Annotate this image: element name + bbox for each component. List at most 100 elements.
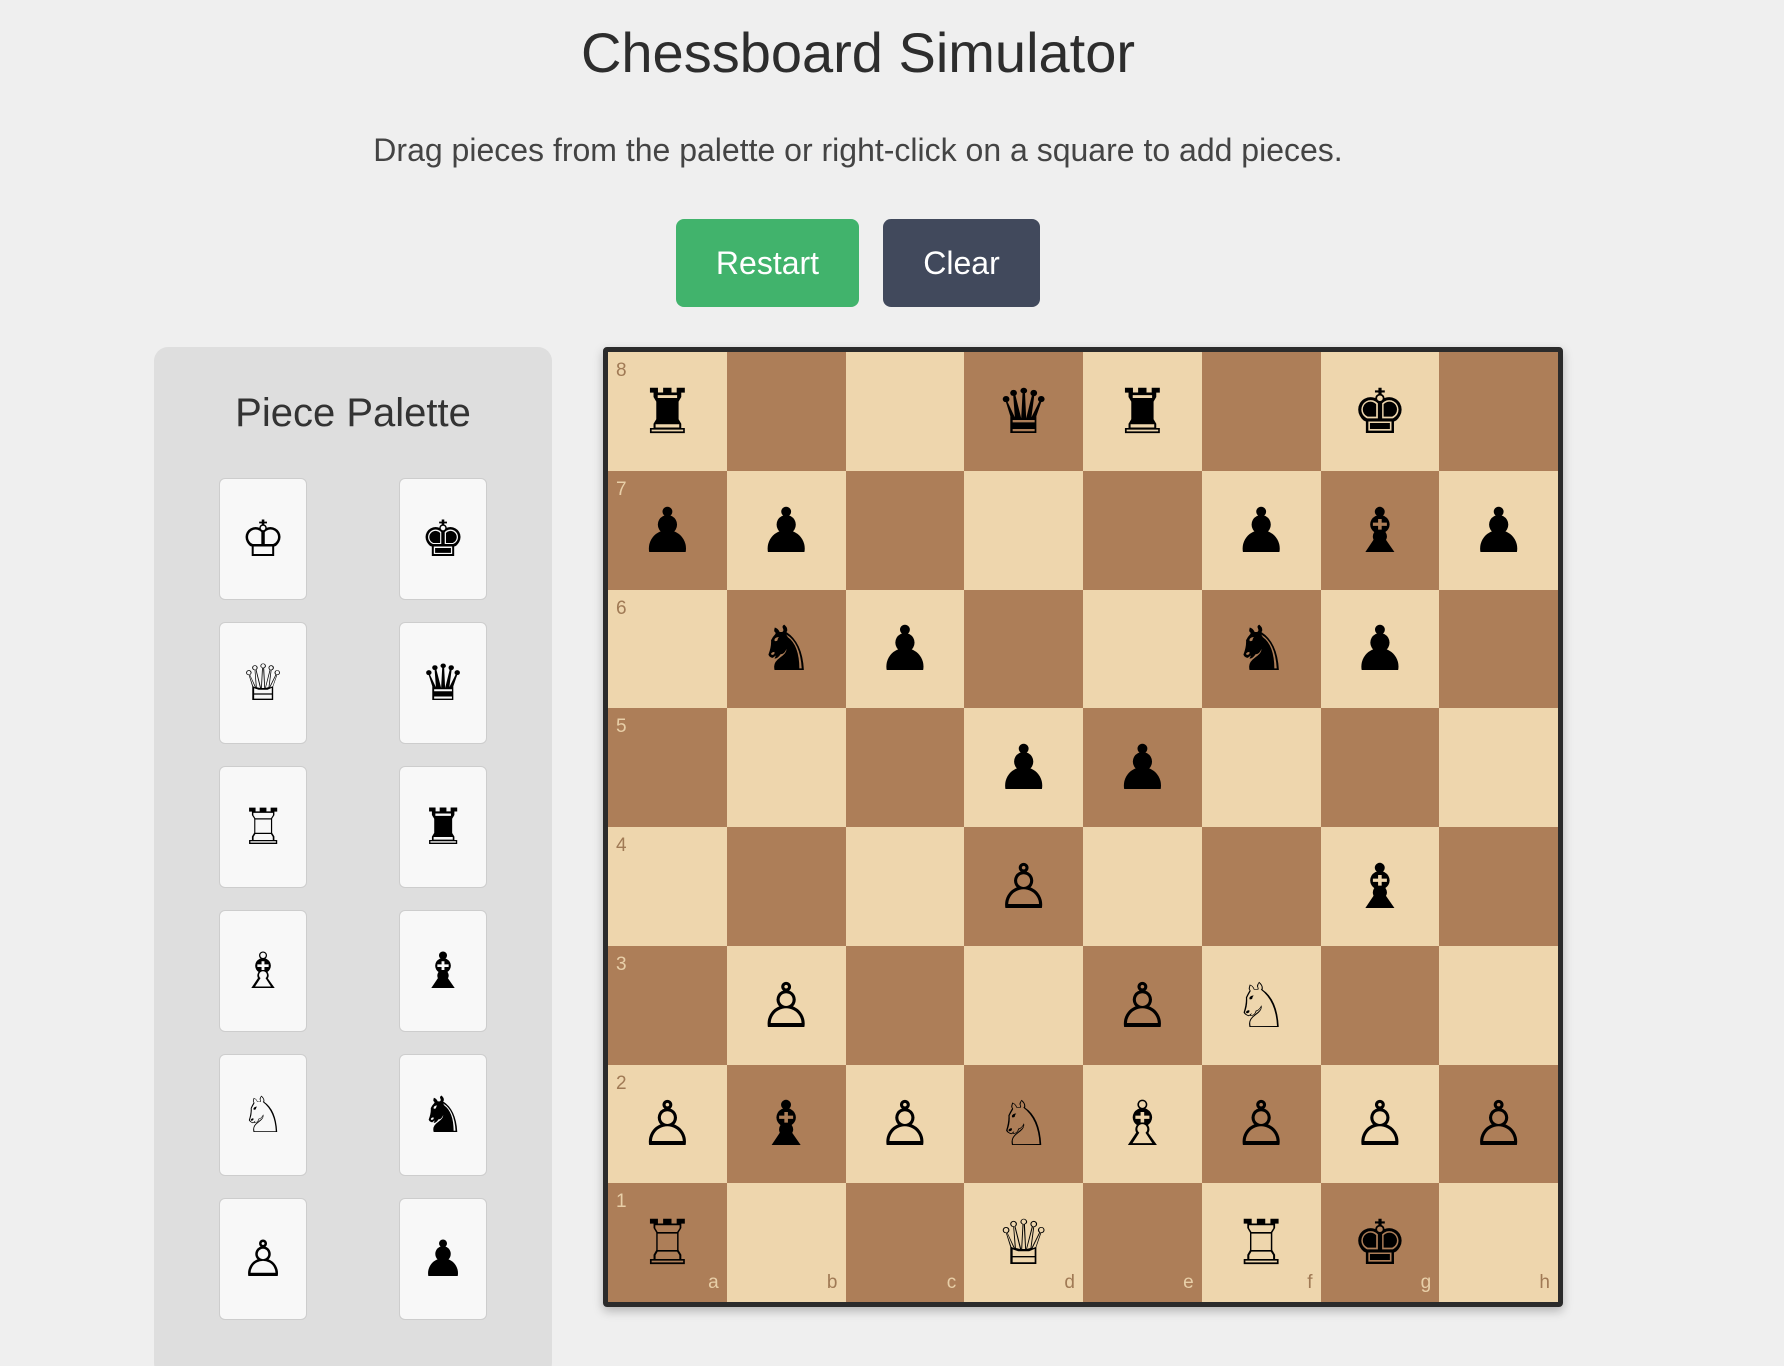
square-h7[interactable]: ♟ (1439, 470, 1558, 590)
square-g3[interactable] (1320, 945, 1440, 1065)
square-b1[interactable]: b (726, 1183, 846, 1302)
chess-piece-icon[interactable]: ♜ (1115, 375, 1171, 448)
chess-piece-icon[interactable]: ♟ (1233, 494, 1289, 567)
chess-piece-icon[interactable]: ♞ (1233, 612, 1289, 685)
square-d7[interactable] (964, 470, 1083, 590)
chess-piece-icon[interactable]: ♙ (996, 850, 1052, 923)
square-f2[interactable]: ♙ (1201, 1064, 1321, 1184)
chess-piece-icon[interactable]: ♙ (1471, 1087, 1527, 1160)
chess-piece-icon[interactable]: ♟ (1115, 731, 1171, 804)
square-e1[interactable]: e (1083, 1183, 1202, 1302)
chess-piece-icon[interactable]: ♞ (758, 612, 814, 685)
square-a1[interactable]: ♖ 1 a (608, 1183, 727, 1302)
chess-piece-icon[interactable]: ♟ (1471, 494, 1527, 567)
square-h1[interactable]: h (1439, 1183, 1558, 1302)
square-d5[interactable]: ♟ (964, 708, 1083, 827)
square-d3[interactable] (964, 945, 1083, 1065)
square-a3[interactable]: 3 (608, 945, 727, 1065)
square-e6[interactable] (1083, 589, 1202, 709)
square-c6[interactable]: ♟ (845, 589, 965, 709)
chess-piece-icon[interactable]: ♟ (877, 612, 933, 685)
square-c2[interactable]: ♙ (845, 1064, 965, 1184)
palette-white-pawn-icon[interactable]: ♙ (219, 1198, 307, 1320)
square-d1[interactable]: ♕ d (964, 1183, 1083, 1302)
square-f4[interactable] (1201, 827, 1321, 946)
square-b7[interactable]: ♟ (726, 470, 846, 590)
square-b8[interactable] (726, 352, 846, 471)
palette-black-king-icon[interactable]: ♚ (399, 478, 487, 600)
square-g4[interactable]: ♝ (1320, 827, 1440, 946)
square-g5[interactable] (1320, 708, 1440, 827)
square-h5[interactable] (1439, 708, 1558, 827)
square-h3[interactable] (1439, 945, 1558, 1065)
palette-white-rook-icon[interactable]: ♖ (219, 766, 307, 888)
chess-piece-icon[interactable]: ♗ (1115, 1087, 1171, 1160)
square-f8[interactable] (1201, 352, 1321, 471)
chess-piece-icon[interactable]: ♟ (758, 494, 814, 567)
palette-black-pawn-icon[interactable]: ♟ (399, 1198, 487, 1320)
palette-white-king-icon[interactable]: ♔ (219, 478, 307, 600)
chess-piece-icon[interactable]: ♟ (996, 731, 1052, 804)
square-h6[interactable] (1439, 589, 1558, 709)
square-d4[interactable]: ♙ (964, 827, 1083, 946)
square-c3[interactable] (845, 945, 965, 1065)
square-h8[interactable] (1439, 352, 1558, 471)
square-f1[interactable]: ♖ f (1201, 1183, 1321, 1302)
square-f6[interactable]: ♞ (1201, 589, 1321, 709)
square-e3[interactable]: ♙ (1083, 945, 1202, 1065)
restart-button[interactable]: Restart (676, 219, 859, 307)
square-g2[interactable]: ♙ (1320, 1064, 1440, 1184)
clear-button[interactable]: Clear (883, 219, 1040, 307)
square-a8[interactable]: ♜ 8 (608, 352, 727, 471)
square-b4[interactable] (726, 827, 846, 946)
chessboard[interactable]: ♜ 8 ♛ ♜ ♚ ♟ 7 ♟ ♟ ♝ ♟ 6 ♞ ♟ ♞ ♟ 5 ♟ ♟ 4 ♙ ♝ 3 ♙ ♙ ♘ ♙ 2 ♝ ♙ ♘ ♗ ♙ ♙ ♙ ♖ 1 a b c… (603, 347, 1563, 1307)
square-d6[interactable] (964, 589, 1083, 709)
chess-piece-icon[interactable]: ♙ (877, 1087, 933, 1160)
palette-black-knight-icon[interactable]: ♞ (399, 1054, 487, 1176)
square-c7[interactable] (845, 470, 965, 590)
square-b5[interactable] (726, 708, 846, 827)
square-a5[interactable]: 5 (608, 708, 727, 827)
square-g7[interactable]: ♝ (1320, 470, 1440, 590)
chess-piece-icon[interactable]: ♟ (640, 494, 696, 567)
chess-piece-icon[interactable]: ♖ (1233, 1206, 1289, 1279)
chess-piece-icon[interactable]: ♙ (1352, 1087, 1408, 1160)
chess-piece-icon[interactable]: ♜ (640, 375, 696, 448)
square-e2[interactable]: ♗ (1083, 1064, 1202, 1184)
palette-white-knight-icon[interactable]: ♘ (219, 1054, 307, 1176)
square-b2[interactable]: ♝ (726, 1064, 846, 1184)
square-f3[interactable]: ♘ (1201, 945, 1321, 1065)
square-h2[interactable]: ♙ (1439, 1064, 1558, 1184)
palette-black-queen-icon[interactable]: ♛ (399, 622, 487, 744)
square-c4[interactable] (845, 827, 965, 946)
square-b3[interactable]: ♙ (726, 945, 846, 1065)
square-b6[interactable]: ♞ (726, 589, 846, 709)
chess-piece-icon[interactable]: ♖ (640, 1206, 696, 1279)
square-d2[interactable]: ♘ (964, 1064, 1083, 1184)
square-d8[interactable]: ♛ (964, 352, 1083, 471)
chess-piece-icon[interactable]: ♘ (1233, 969, 1289, 1042)
square-c5[interactable] (845, 708, 965, 827)
chess-piece-icon[interactable]: ♝ (1352, 494, 1408, 567)
square-f7[interactable]: ♟ (1201, 470, 1321, 590)
square-a7[interactable]: ♟ 7 (608, 470, 727, 590)
square-f5[interactable] (1201, 708, 1321, 827)
square-g6[interactable]: ♟ (1320, 589, 1440, 709)
square-e8[interactable]: ♜ (1083, 352, 1202, 471)
chess-piece-icon[interactable]: ♟ (1352, 612, 1408, 685)
square-c8[interactable] (845, 352, 965, 471)
palette-white-bishop-icon[interactable]: ♗ (219, 910, 307, 1032)
palette-white-queen-icon[interactable]: ♕ (219, 622, 307, 744)
square-g1[interactable]: ♚ g (1320, 1183, 1440, 1302)
palette-black-rook-icon[interactable]: ♜ (399, 766, 487, 888)
chess-piece-icon[interactable]: ♙ (640, 1087, 696, 1160)
palette-black-bishop-icon[interactable]: ♝ (399, 910, 487, 1032)
chess-piece-icon[interactable]: ♝ (758, 1087, 814, 1160)
square-c1[interactable]: c (845, 1183, 965, 1302)
chess-piece-icon[interactable]: ♚ (1352, 1206, 1408, 1279)
square-g8[interactable]: ♚ (1320, 352, 1440, 471)
square-e5[interactable]: ♟ (1083, 708, 1202, 827)
square-a4[interactable]: 4 (608, 827, 727, 946)
chess-piece-icon[interactable]: ♙ (1233, 1087, 1289, 1160)
chess-piece-icon[interactable]: ♕ (996, 1206, 1052, 1279)
